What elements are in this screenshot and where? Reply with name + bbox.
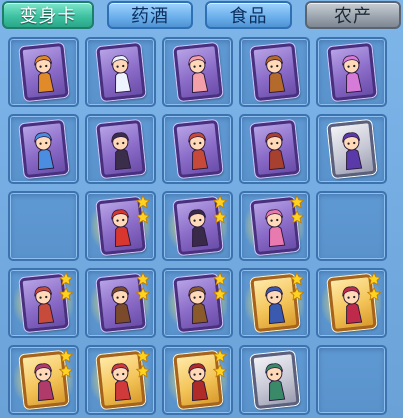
star-icon: [290, 210, 304, 224]
purple-knight-card-icon: [326, 119, 377, 179]
character-figure: [264, 363, 285, 402]
inventory-slot[interactable]: [316, 37, 387, 107]
tab-food[interactable]: 食品: [205, 1, 292, 29]
inventory-panel: 变身卡 药酒 食品 农产: [0, 0, 403, 418]
inventory-slot[interactable]: [162, 191, 233, 261]
star-rating: [57, 349, 75, 379]
star-rating: [134, 272, 152, 302]
inventory-slot[interactable]: [316, 268, 387, 338]
character-figure: [110, 132, 131, 171]
star-icon: [136, 349, 150, 363]
inventory-slot[interactable]: [85, 268, 156, 338]
tab-medicine-wine[interactable]: 药酒: [107, 1, 193, 29]
character-figure: [187, 132, 208, 171]
pig-card-icon: [172, 42, 223, 102]
inventory-slot[interactable]: [239, 114, 310, 184]
inventory-slot[interactable]: [8, 114, 79, 184]
jade-warrior-card-icon: [249, 350, 300, 410]
star-icon: [213, 287, 227, 301]
star-icon: [290, 272, 304, 286]
character-figure: [264, 55, 285, 94]
tab-farm-produce[interactable]: 农产: [305, 1, 401, 29]
character-figure: [264, 132, 285, 171]
category-tabs: 变身卡 药酒 食品 农产: [0, 0, 403, 34]
monkey-king-card-icon: [18, 42, 69, 102]
empty-slot[interactable]: [316, 191, 387, 261]
star-rating: [134, 349, 152, 379]
inventory-slot[interactable]: [239, 345, 310, 415]
red-demon-card-icon: [172, 119, 223, 179]
inventory-slot[interactable]: [316, 114, 387, 184]
fairy-fox-card-icon: [326, 42, 377, 102]
star-rating: [365, 272, 383, 302]
blue-beast-card-icon: [18, 119, 69, 179]
star-icon: [136, 272, 150, 286]
star-icon: [136, 195, 150, 209]
character-figure: [33, 132, 54, 171]
armored-demon-card-icon: [249, 119, 300, 179]
inventory-slot[interactable]: [239, 37, 310, 107]
star-icon: [136, 287, 150, 301]
star-icon: [367, 287, 381, 301]
character-figure: [341, 132, 362, 171]
star-rating: [57, 272, 75, 302]
inventory-slot[interactable]: [239, 268, 310, 338]
inventory-slot[interactable]: [239, 191, 310, 261]
star-icon: [213, 210, 227, 224]
star-icon: [367, 272, 381, 286]
star-icon: [213, 195, 227, 209]
inventory-slot[interactable]: [162, 37, 233, 107]
star-rating: [211, 272, 229, 302]
star-icon: [59, 287, 73, 301]
tab-transform-cards[interactable]: 变身卡: [2, 1, 94, 29]
star-icon: [290, 287, 304, 301]
inventory-slot[interactable]: [8, 37, 79, 107]
inventory-slot[interactable]: [8, 345, 79, 415]
star-rating: [288, 272, 306, 302]
star-icon: [290, 195, 304, 209]
empty-slot[interactable]: [8, 191, 79, 261]
inventory-slot[interactable]: [85, 37, 156, 107]
star-rating: [134, 195, 152, 225]
star-icon: [59, 364, 73, 378]
inventory-slot[interactable]: [8, 268, 79, 338]
white-horse-card-icon: [95, 42, 146, 102]
star-icon: [213, 272, 227, 286]
character-figure: [33, 55, 54, 94]
inventory-slot[interactable]: [162, 268, 233, 338]
character-figure: [187, 55, 208, 94]
star-icon: [213, 349, 227, 363]
star-rating: [211, 195, 229, 225]
empty-slot[interactable]: [316, 345, 387, 415]
star-rating: [288, 195, 306, 225]
star-icon: [59, 349, 73, 363]
star-rating: [211, 349, 229, 379]
inventory-slot[interactable]: [85, 345, 156, 415]
inventory-slot[interactable]: [162, 114, 233, 184]
inventory-slot[interactable]: [85, 114, 156, 184]
star-icon: [213, 364, 227, 378]
star-icon: [136, 210, 150, 224]
monk-card-icon: [249, 42, 300, 102]
character-figure: [341, 55, 362, 94]
star-icon: [59, 272, 73, 286]
item-grid: [8, 37, 400, 418]
dark-warrior-card-icon: [95, 119, 146, 179]
inventory-slot[interactable]: [162, 345, 233, 415]
character-figure: [110, 55, 131, 94]
inventory-slot[interactable]: [85, 191, 156, 261]
star-icon: [136, 364, 150, 378]
